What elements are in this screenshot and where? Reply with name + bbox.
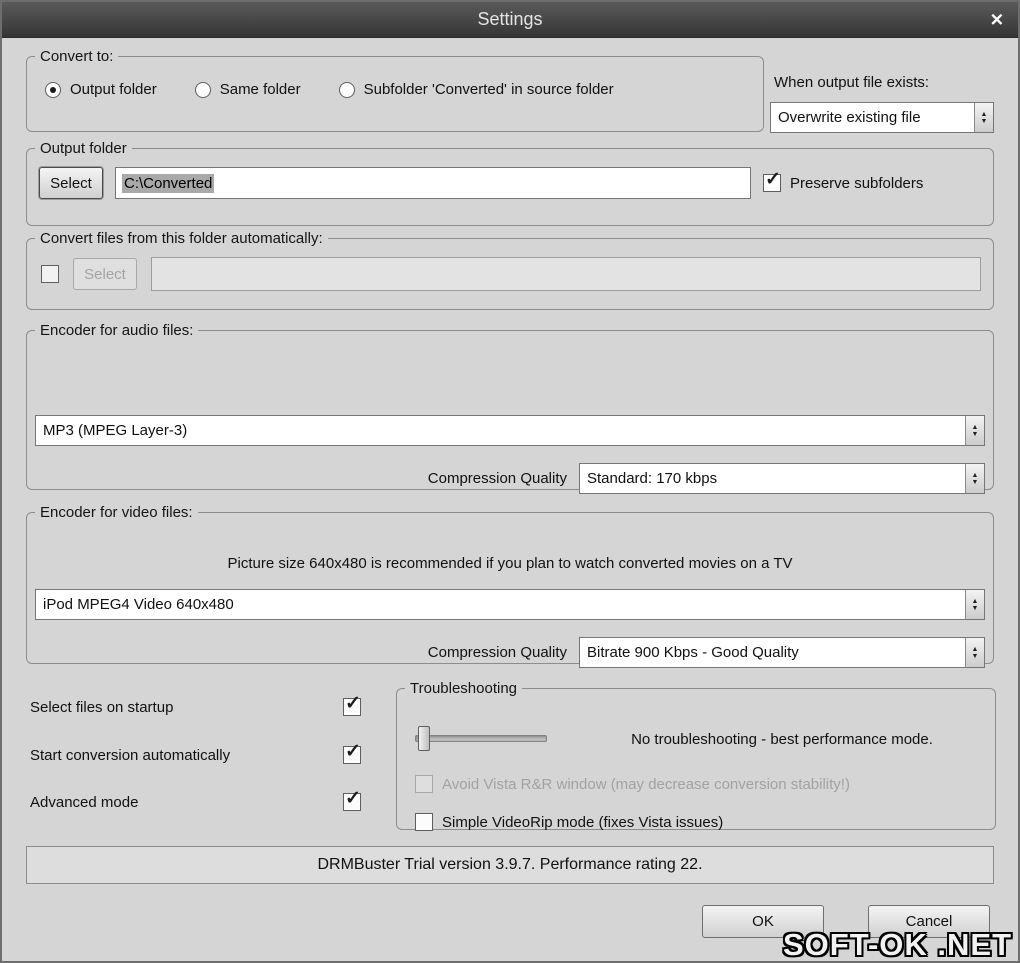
option-select-files-on-startup: Select files on startup ✓: [30, 694, 361, 716]
convert-to-group: Convert to: Output folder Same folder Su…: [26, 48, 764, 132]
video-encoder-combo[interactable]: iPod MPEG4 Video 640x480 ▲ ▼: [35, 589, 985, 620]
preserve-subfolders-checkbox[interactable]: ✓: [763, 170, 781, 192]
output-exists-combo[interactable]: Overwrite existing file ▲ ▼: [770, 102, 994, 133]
radio-same-folder-label: Same folder: [219, 81, 301, 98]
audio-quality-label: Compression Quality: [427, 470, 567, 487]
video-encoder-note: Picture size 640x480 is recommended if y…: [227, 555, 793, 572]
spinner-up-icon: ▲: [971, 423, 979, 431]
checkmark-icon: ✓: [765, 169, 781, 190]
checkmark-icon: ✓: [345, 693, 361, 714]
video-quality-label: Compression Quality: [427, 644, 567, 661]
radio-icon: [338, 81, 355, 98]
spinner-up-icon: ▲: [971, 471, 979, 479]
auto-convert-checkbox[interactable]: [41, 265, 59, 283]
audio-quality-combo[interactable]: Standard: 170 kbps ▲ ▼: [579, 463, 985, 494]
radio-subfolder-label: Subfolder 'Converted' in source folder: [363, 81, 614, 98]
troubleshooting-status: No troubleshooting - best performance mo…: [631, 731, 933, 748]
simple-videorip-checkbox[interactable]: [415, 813, 433, 831]
output-folder-select-button[interactable]: Select: [39, 167, 103, 199]
convert-to-options: Output folder Same folder Subfolder 'Con…: [27, 65, 763, 98]
video-quality-combo[interactable]: Bitrate 900 Kbps - Good Quality ▲ ▼: [579, 637, 985, 668]
radio-selected-icon: [45, 81, 61, 98]
spinner-icon[interactable]: ▲ ▼: [965, 590, 984, 619]
status-bar-text: DRMBuster Trial version 3.9.7. Performan…: [317, 856, 703, 873]
output-path-input[interactable]: C:\Converted: [115, 167, 751, 199]
auto-convert-path-input[interactable]: [151, 257, 981, 291]
video-quality-row: Compression Quality Bitrate 900 Kbps - G…: [428, 637, 985, 668]
output-folder-legend: Output folder: [40, 140, 127, 157]
advanced-mode-checkbox[interactable]: ✓: [343, 789, 361, 811]
preserve-subfolders-label: Preserve subfolders: [790, 174, 924, 192]
option-start-conversion-automatically: Start conversion automatically ✓: [30, 742, 361, 764]
auto-convert-select-button[interactable]: Select: [73, 258, 137, 290]
video-encoder-group: Encoder for video files: Picture size 64…: [26, 504, 994, 668]
output-folder-group: Output folder Select C:\Converted ✓ Pres…: [26, 140, 994, 226]
output-path-value: C:\Converted: [122, 173, 215, 193]
audio-encoder-combo[interactable]: MP3 (MPEG Layer-3) ▲ ▼: [35, 415, 985, 446]
convert-to-legend: Convert to:: [40, 48, 114, 65]
ok-button[interactable]: OK: [702, 905, 824, 938]
spinner-up-icon: ▲: [980, 110, 988, 118]
radio-icon: [194, 81, 211, 98]
cancel-button[interactable]: Cancel: [868, 905, 990, 938]
radio-same-folder[interactable]: Same folder: [194, 81, 301, 98]
settings-window: Settings ✕ Convert to: Output folder Sam…: [0, 0, 1020, 963]
slider-thumb[interactable]: [418, 726, 430, 751]
window-title: Settings: [477, 9, 543, 29]
start-conversion-automatically-checkbox[interactable]: ✓: [343, 742, 361, 764]
radio-subfolder-converted[interactable]: Subfolder 'Converted' in source folder: [338, 81, 614, 98]
output-exists-value: Overwrite existing file: [778, 109, 921, 126]
start-conversion-automatically-label: Start conversion automatically: [30, 746, 231, 764]
audio-encoder-group: Encoder for audio files: MP3 (MPEG Layer…: [26, 322, 994, 494]
audio-encoder-legend: Encoder for audio files:: [40, 322, 194, 339]
auto-convert-row: Select: [27, 247, 993, 291]
select-files-on-startup-label: Select files on startup: [30, 698, 174, 716]
troubleshooting-legend: Troubleshooting: [410, 680, 518, 697]
option-advanced-mode: Advanced mode ✓: [30, 789, 361, 811]
audio-encoder-value: MP3 (MPEG Layer-3): [43, 422, 188, 439]
checkmark-icon: ✓: [345, 788, 361, 809]
audio-quality-value: Standard: 170 kbps: [587, 470, 718, 487]
video-quality-value: Bitrate 900 Kbps - Good Quality: [587, 644, 799, 661]
status-bar: DRMBuster Trial version 3.9.7. Performan…: [26, 846, 994, 884]
preserve-subfolders-option[interactable]: ✓ Preserve subfolders: [763, 170, 924, 192]
spinner-down-icon: ▼: [971, 652, 979, 660]
spinner-up-icon: ▲: [971, 597, 979, 605]
video-encoder-value: iPod MPEG4 Video 640x480: [43, 596, 234, 613]
avoid-vista-checkbox[interactable]: [415, 775, 433, 793]
video-encoder-legend: Encoder for video files:: [40, 504, 193, 521]
audio-quality-row: Compression Quality Standard: 170 kbps ▲…: [428, 463, 985, 494]
checkmark-icon: ✓: [345, 741, 361, 762]
dialog-body: Convert to: Output folder Same folder Su…: [2, 38, 1018, 961]
titlebar[interactable]: Settings ✕: [2, 2, 1018, 38]
troubleshooting-group: Troubleshooting No troubleshooting - bes…: [396, 680, 996, 831]
spinner-down-icon: ▼: [980, 117, 988, 125]
troubleshooting-slider[interactable]: [415, 726, 547, 751]
spinner-icon[interactable]: ▲ ▼: [965, 416, 984, 445]
spinner-icon[interactable]: ▲ ▼: [974, 103, 993, 132]
output-exists-label: When output file exists:: [774, 74, 930, 91]
auto-convert-legend: Convert files from this folder automatic…: [40, 230, 323, 247]
select-files-on-startup-checkbox[interactable]: ✓: [343, 694, 361, 716]
close-icon[interactable]: ✕: [990, 11, 1004, 28]
output-folder-row: Select C:\Converted ✓ Preserve subfolder…: [27, 157, 993, 199]
simple-videorip-option[interactable]: Simple VideoRip mode (fixes Vista issues…: [415, 813, 723, 831]
spinner-icon[interactable]: ▲ ▼: [965, 464, 984, 493]
spinner-down-icon: ▼: [971, 430, 979, 438]
spinner-icon[interactable]: ▲ ▼: [965, 638, 984, 667]
avoid-vista-label: Avoid Vista R&R window (may decrease con…: [442, 775, 850, 793]
radio-output-folder[interactable]: Output folder: [45, 81, 157, 98]
spinner-up-icon: ▲: [971, 645, 979, 653]
auto-convert-group: Convert files from this folder automatic…: [26, 230, 994, 310]
advanced-mode-label: Advanced mode: [30, 793, 139, 811]
radio-output-folder-label: Output folder: [70, 81, 157, 98]
spinner-down-icon: ▼: [971, 478, 979, 486]
avoid-vista-option[interactable]: Avoid Vista R&R window (may decrease con…: [415, 775, 850, 793]
simple-videorip-label: Simple VideoRip mode (fixes Vista issues…: [442, 813, 724, 831]
spinner-down-icon: ▼: [971, 604, 979, 612]
